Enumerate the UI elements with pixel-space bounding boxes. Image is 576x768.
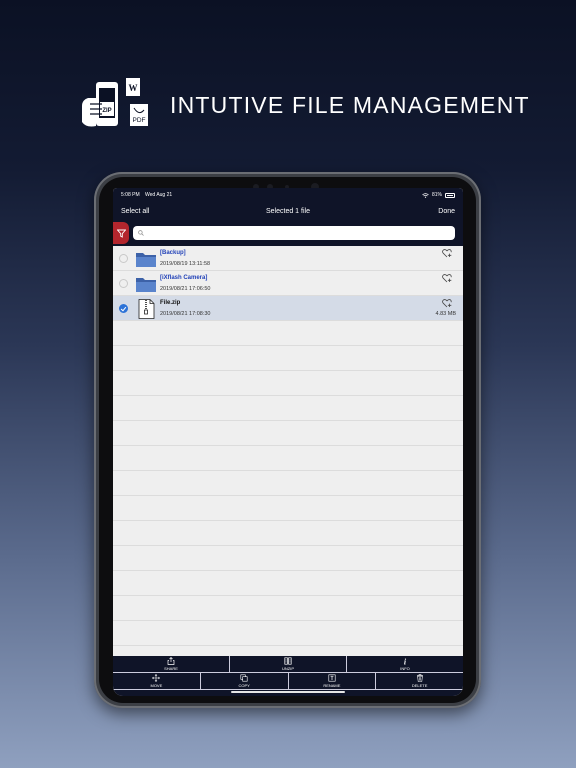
filter-icon <box>116 229 126 238</box>
wifi-icon <box>422 192 429 198</box>
search-bar <box>113 220 463 246</box>
hero-title: INTUTIVE FILE MANAGEMENT <box>170 92 530 118</box>
select-all-button[interactable]: Select all <box>121 208 149 215</box>
share-button[interactable]: SHARE <box>113 656 230 673</box>
status-time: 5:08 PM <box>121 192 140 198</box>
filter-button[interactable] <box>113 222 129 244</box>
trash-icon <box>416 674 423 682</box>
empty-row <box>113 521 463 546</box>
empty-row <box>113 446 463 471</box>
battery-percent: 81% <box>431 192 442 198</box>
select-radio[interactable] <box>119 279 128 288</box>
empty-row <box>113 496 463 521</box>
zip-label: ZIP <box>102 108 111 114</box>
empty-row <box>113 471 463 496</box>
empty-row <box>113 546 463 571</box>
search-input[interactable] <box>133 226 455 240</box>
nav-title: Selected 1 file <box>266 207 310 215</box>
empty-row <box>113 571 463 596</box>
info-button[interactable]: i INFO <box>347 656 463 673</box>
phone-files-icon: ZIP W PDF <box>80 76 152 134</box>
empty-row <box>113 596 463 621</box>
select-radio[interactable] <box>119 304 128 313</box>
nav-bar: Select all Selected 1 file Done <box>113 202 463 220</box>
file-name: [Backup] <box>160 250 186 256</box>
file-size: 4.83 MB <box>435 311 456 317</box>
svg-text:W: W <box>129 83 138 93</box>
empty-row <box>113 371 463 396</box>
file-date: 2019/08/21 17:06:50 <box>160 286 211 292</box>
battery-icon <box>445 192 455 198</box>
bottom-toolbar: SHARE UNZIP i INFO MOVE COPY RENAME DELE… <box>113 656 463 696</box>
status-date: Wed Aug 21 <box>145 192 173 198</box>
delete-button[interactable]: DELETE <box>376 673 463 690</box>
file-name: File.zip <box>160 300 181 306</box>
status-bar: 5:08 PM Wed Aug 21 81% <box>113 188 463 202</box>
pdf-label: PDF <box>133 117 146 124</box>
heart-plus-icon[interactable] <box>442 299 452 308</box>
done-button[interactable]: Done <box>438 208 455 215</box>
move-label: MOVE <box>150 683 163 688</box>
copy-label: COPY <box>238 683 250 688</box>
app-screen: 5:08 PM Wed Aug 21 81% Select all Select… <box>113 188 463 696</box>
file-date: 2019/08/21 17:08:30 <box>160 311 211 317</box>
heart-plus-icon[interactable] <box>442 274 452 283</box>
empty-row <box>113 621 463 646</box>
heart-plus-icon[interactable] <box>442 249 452 258</box>
copy-button[interactable]: COPY <box>200 673 289 690</box>
hero-banner: ZIP W PDF <box>80 76 152 134</box>
unzip-button[interactable]: UNZIP <box>230 656 347 673</box>
empty-row <box>113 396 463 421</box>
empty-row <box>113 321 463 346</box>
svg-text:i: i <box>404 658 407 666</box>
rename-button[interactable]: RENAME <box>288 673 377 690</box>
file-list: [Backup] 2019/08/19 13:11:58 [iXflash Ca… <box>113 246 463 646</box>
delete-label: DELETE <box>411 683 428 688</box>
rename-label: RENAME <box>323 683 341 688</box>
home-indicator[interactable] <box>231 691 345 693</box>
rename-icon <box>328 674 336 682</box>
list-item[interactable]: [Backup] 2019/08/19 13:11:58 <box>113 246 463 271</box>
unzip-label: UNZIP <box>282 666 294 671</box>
empty-row <box>113 421 463 446</box>
move-button[interactable]: MOVE <box>113 673 201 690</box>
search-icon <box>138 230 144 236</box>
share-label: SHARE <box>164 666 178 671</box>
unzip-icon <box>284 657 292 665</box>
folder-icon <box>136 278 156 292</box>
select-radio[interactable] <box>119 254 128 263</box>
file-name: [iXflash Camera] <box>160 275 208 281</box>
zip-file-icon <box>138 299 155 319</box>
copy-icon <box>240 674 248 682</box>
empty-row <box>113 346 463 371</box>
list-item[interactable]: File.zip 2019/08/21 17:08:30 4.83 MB <box>113 296 463 321</box>
folder-icon <box>136 253 156 267</box>
list-item[interactable]: [iXflash Camera] 2019/08/21 17:06:50 <box>113 271 463 296</box>
file-date: 2019/08/19 13:11:58 <box>160 261 211 267</box>
move-icon <box>152 674 161 682</box>
info-icon: i <box>404 658 407 666</box>
share-icon <box>167 657 175 665</box>
info-label: INFO <box>400 666 410 671</box>
